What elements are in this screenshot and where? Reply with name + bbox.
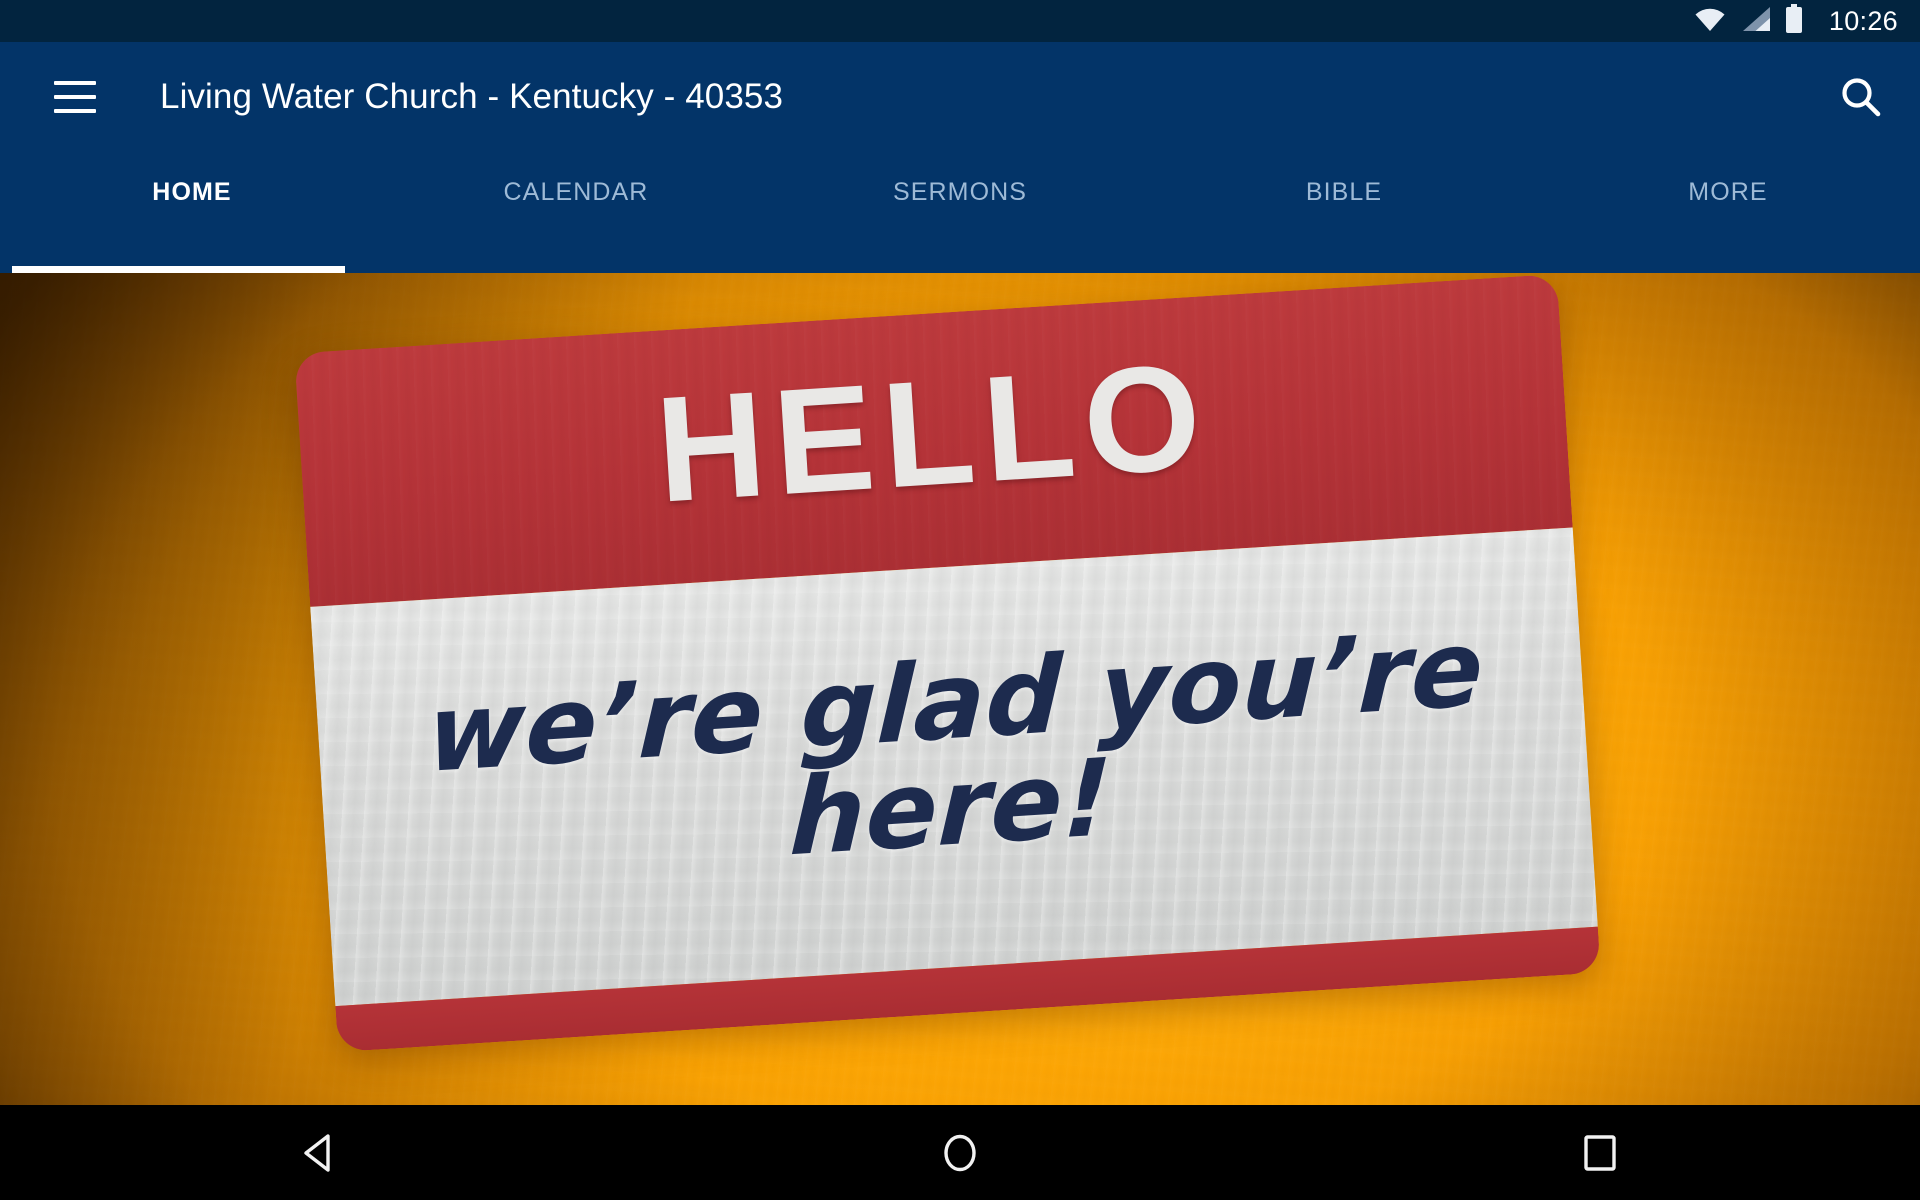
status-bar-clock: 10:26	[1828, 5, 1898, 36]
tab-sermons[interactable]: SERMONS	[768, 152, 1152, 273]
cellular-signal-icon	[1741, 6, 1771, 37]
android-navigation-bar	[0, 1105, 1920, 1200]
tab-label: HOME	[152, 178, 232, 206]
wifi-icon	[1693, 6, 1727, 37]
android-screen: 10:26 Living Water Church - Kentucky - 4…	[0, 0, 1920, 1200]
hamburger-menu-icon[interactable]	[32, 54, 118, 140]
tab-active-indicator	[12, 266, 345, 273]
hamburger-line	[54, 81, 96, 85]
home-circle-icon[interactable]	[885, 1105, 1035, 1200]
hello-name-tag-graphic: HELLO we’re glad you’re here!	[294, 273, 1601, 1053]
tab-label: MORE	[1688, 178, 1768, 206]
tab-calendar[interactable]: CALENDAR	[384, 152, 768, 273]
battery-icon	[1785, 3, 1803, 39]
tab-bar: HOME CALENDAR SERMONS BIBLE MORE	[0, 152, 1920, 273]
tab-label: CALENDAR	[503, 178, 649, 206]
tab-bible[interactable]: BIBLE	[1152, 152, 1536, 273]
hamburger-line	[54, 95, 96, 99]
tab-label: SERMONS	[892, 178, 1028, 206]
recents-square-icon[interactable]	[1525, 1105, 1675, 1200]
search-icon[interactable]	[1828, 64, 1894, 130]
app-bar: Living Water Church - Kentucky - 40353	[0, 42, 1920, 152]
tab-home[interactable]: HOME	[0, 152, 384, 273]
home-content-area: HELLO we’re glad you’re here!	[0, 273, 1920, 1105]
tab-more[interactable]: MORE	[1536, 152, 1920, 273]
app-title: Living Water Church - Kentucky - 40353	[160, 77, 784, 116]
tab-label: BIBLE	[1305, 178, 1383, 206]
back-triangle-icon[interactable]	[245, 1105, 395, 1200]
status-bar: 10:26	[0, 0, 1920, 42]
status-bar-icons: 10:26	[1693, 3, 1898, 39]
hamburger-line	[54, 109, 96, 113]
